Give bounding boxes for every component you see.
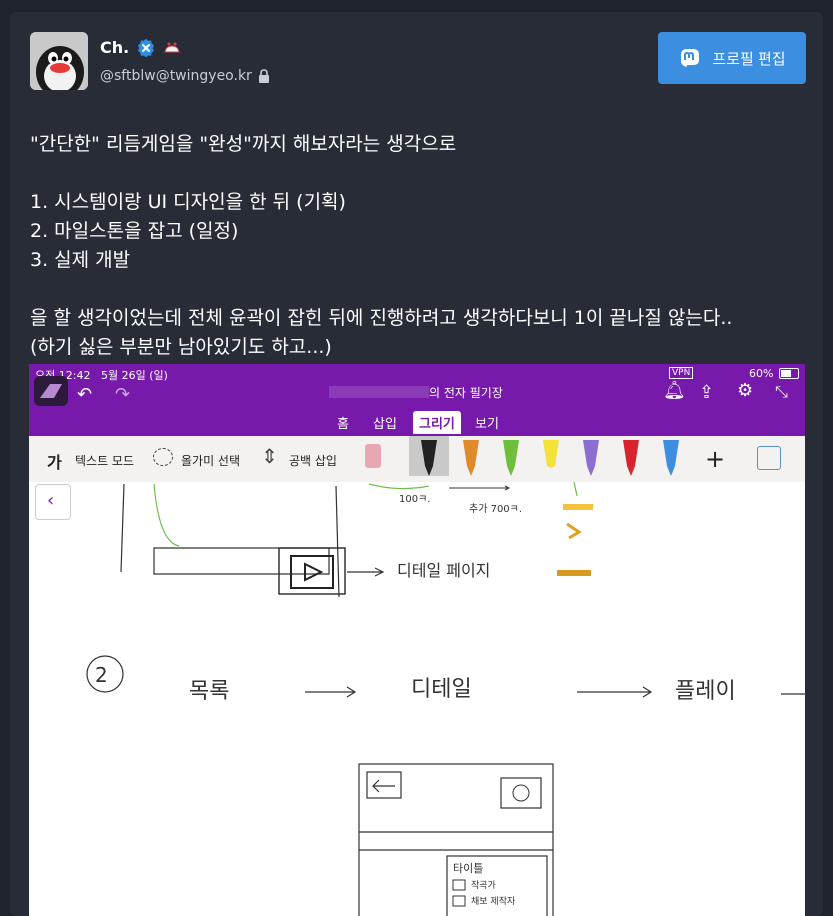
insert-space-button[interactable]: 공백 삽입 (289, 452, 337, 469)
ink-to-shape-icon[interactable] (757, 446, 781, 470)
lasso-select-button[interactable]: 올가미 선택 (181, 452, 240, 469)
text-mode-icon: 가 (47, 453, 62, 472)
post-content: "간단한" 리듬게임을 "완성"까지 해보자라는 생각으로 1. 시스템이랑 U… (30, 130, 810, 362)
label-charter: 채보 제작자 (471, 896, 516, 907)
add-pen-icon: + (705, 445, 725, 473)
onenote-topbar: 오전 12:42 5월 26일 (일) VPN 60% ↶ ↷ 의 전자 필기장… (29, 364, 805, 436)
avatar[interactable] (30, 32, 88, 90)
share-icon[interactable]: ⇪ (699, 382, 714, 403)
bell-icon[interactable]: 🔔︎ (663, 380, 686, 401)
pen-red-icon (623, 440, 639, 476)
highlighter-yellow-icon (543, 440, 559, 468)
edit-profile-label: 프로필 편집 (712, 50, 786, 68)
pen-galaxy-icon (583, 440, 599, 476)
ios-status-bar: 오전 12:42 5월 26일 (일) VPN 60% (29, 364, 805, 382)
draw-toolbar: 가 텍스트 모드 올가미 선택 ⇕ 공백 삽입 + (29, 436, 805, 483)
mastodon-icon (681, 49, 700, 67)
post-line: (하기 싫은 부분만 남아있기도 하고...) (30, 336, 332, 358)
penguin-avatar-image (30, 32, 88, 90)
notebook-name-redacted (329, 386, 429, 398)
gear-icon[interactable]: ⚙ (737, 380, 753, 401)
post-blank-line (30, 159, 810, 188)
undo-icon[interactable]: ↶ (77, 384, 92, 405)
label-composer: 작곡가 (471, 880, 496, 891)
name-row: Ch. (100, 38, 181, 57)
battery-icon (779, 368, 799, 379)
notebook-title: 의 전자 필기장 (429, 386, 503, 400)
handwritten-sketch: 디테일 페이지 100ㅋ. 추가 700ㅋ. 2 목록 디테일 플레이 타이틀 … (86, 481, 805, 916)
pen-rainbow-icon (663, 440, 679, 476)
verified-badge-icon (138, 38, 155, 57)
display-name[interactable]: Ch. (100, 38, 129, 57)
label-title: 타이틀 (453, 862, 483, 875)
post-line: "간단한" 리듬게임을 "완성"까지 해보자라는 생각으로 (30, 133, 457, 155)
app-logo-icon (34, 376, 68, 406)
drawing-canvas[interactable]: 디테일 페이지 100ㅋ. 추가 700ㅋ. 2 목록 디테일 플레이 타이틀 … (29, 481, 805, 916)
post-line: 1. 시스템이랑 UI 디자인을 한 뒤 (기획) (30, 191, 346, 213)
label-list: 목록 (189, 679, 229, 704)
insert-space-icon: ⇕ (261, 444, 278, 468)
lasso-icon (153, 448, 173, 466)
post-line: 2. 마일스톤을 잡고 (일정) (30, 220, 239, 242)
status-date: 5월 26일 (일) (101, 369, 168, 382)
post-blank-line (30, 275, 810, 304)
battery-level: 60% (749, 367, 774, 380)
account-handle[interactable]: @sftblw@twingyeo.kr (100, 68, 252, 84)
post-line: 을 할 생각이었는데 전체 윤곽이 잡힌 뒤에 진행하려고 생각하다보니 1이 … (30, 307, 733, 329)
pen-green-icon (503, 440, 519, 476)
edit-profile-button[interactable]: 프로필 편집 (658, 32, 806, 84)
tab-draw[interactable]: 그리기 (413, 411, 461, 434)
profile-card: Ch. @sftblw@twingyeo.kr 프로필 편집 "간단한" 리듬게… (10, 12, 823, 916)
tab-home[interactable]: 홈 (337, 413, 349, 432)
play-button-sketch (290, 555, 334, 589)
phone-frame-sketch (358, 763, 554, 916)
label-detail-page: 디테일 페이지 (397, 561, 490, 580)
back-button[interactable]: ‹ (35, 484, 71, 520)
handle-row: @sftblw@twingyeo.kr (100, 68, 270, 84)
eraser-icon (365, 444, 381, 468)
text-mode-button[interactable]: 텍스트 모드 (75, 452, 134, 469)
attached-screenshot[interactable]: 오전 12:42 5월 26일 (일) VPN 60% ↶ ↷ 의 전자 필기장… (29, 364, 805, 916)
chevron-left-icon: ‹ (47, 490, 55, 511)
collapse-icon[interactable]: ⤡ (775, 382, 788, 402)
label-detail: 디테일 (411, 677, 472, 702)
label-100: 100ㅋ. (399, 494, 430, 505)
tab-view[interactable]: 보기 (475, 413, 499, 432)
ribbon-tabs: 홈 삽입 그리기 보기 (29, 410, 805, 436)
label-add: 추가 700ㅋ. (469, 503, 522, 515)
lock-icon (258, 69, 269, 83)
post-line: 3. 실제 개발 (30, 249, 131, 271)
tab-insert[interactable]: 삽입 (373, 413, 397, 432)
label-circle-2: 2 (95, 663, 108, 687)
pen-tray: + (365, 436, 725, 476)
vpn-badge: VPN (669, 367, 694, 379)
pencil-icon (463, 440, 479, 476)
bot-emoji-icon (164, 42, 180, 52)
label-play: 플레이 (675, 679, 736, 704)
redo-icon[interactable]: ↷ (115, 384, 130, 405)
